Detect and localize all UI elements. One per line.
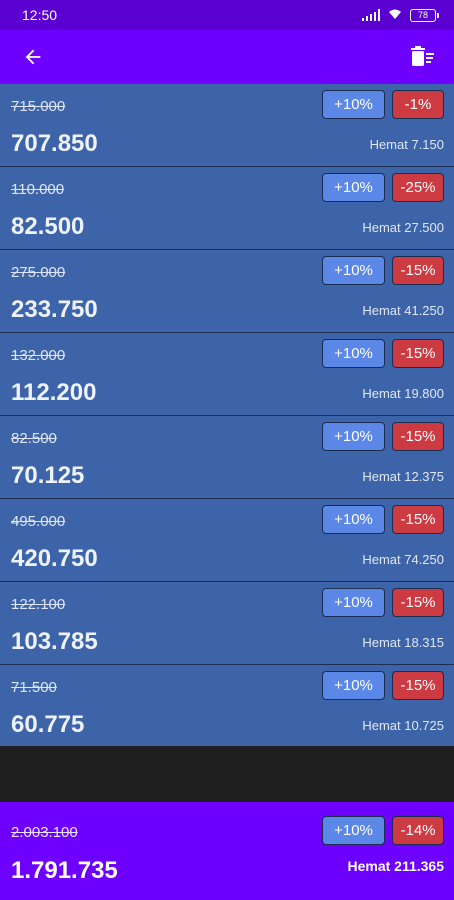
final-price: 60.775 [11,711,85,738]
discount-button[interactable]: -15% [392,671,444,700]
original-price: 110.000 [11,181,65,198]
clear-list-icon [411,46,434,66]
final-price: 420.750 [11,545,98,572]
discount-button[interactable]: -15% [392,588,444,617]
plus-ten-percent-button[interactable]: +10% [322,256,385,285]
final-price: 707.850 [11,130,98,157]
original-price: 275.000 [11,264,66,281]
plus-ten-percent-button[interactable]: +10% [322,173,385,202]
final-price: 233.750 [11,296,98,323]
price-list: 715.000 707.850 Hemat 7.150 +10% -1% 110… [0,84,454,746]
saving-amount: Hemat 41.250 [362,303,444,318]
original-price: 495.000 [11,513,66,530]
discount-button[interactable]: -1% [392,90,444,119]
list-item: 122.100 103.785 Hemat 18.315 +10% -15% [0,582,454,665]
arrow-left-icon [25,49,41,65]
saving-amount: Hemat 74.250 [362,552,444,567]
status-time: 12:50 [22,7,58,23]
wifi-icon [388,8,402,22]
plus-ten-percent-button[interactable]: +10% [322,588,385,617]
list-item: 82.500 70.125 Hemat 12.375 +10% -15% [0,416,454,499]
status-icons: 78 [362,8,439,22]
discount-button[interactable]: -15% [392,505,444,534]
toolbar [0,30,454,84]
saving-amount: Hemat 10.725 [362,718,444,733]
list-item: 110.000 82.500 Hemat 27.500 +10% -25% [0,167,454,250]
saving-amount: Hemat 27.500 [362,220,444,235]
plus-ten-percent-button[interactable]: +10% [322,339,385,368]
plus-ten-percent-button[interactable]: +10% [322,90,385,119]
battery-icon: 78 [410,8,439,22]
saving-amount: Hemat 18.315 [362,635,444,650]
final-price: 103.785 [11,628,98,655]
saving-amount: Hemat 19.800 [362,386,444,401]
list-item: 71.500 60.775 Hemat 10.725 +10% -15% [0,665,454,746]
list-item: 715.000 707.850 Hemat 7.150 +10% -1% [0,84,454,167]
total-final-price: 1.791.735 [11,857,118,884]
discount-button[interactable]: -25% [392,173,444,202]
status-bar: 12:50 78 [0,0,454,30]
saving-amount: Hemat 7.150 [369,137,444,152]
saving-amount: Hemat 12.375 [362,469,444,484]
discount-button[interactable]: -15% [392,422,444,451]
empty-area [0,746,454,802]
total-plus-ten-percent-button[interactable]: +10% [322,816,385,845]
discount-button[interactable]: -15% [392,256,444,285]
final-price: 112.200 [11,379,97,406]
signal-icon [362,9,380,21]
original-price: 122.100 [11,596,66,613]
list-item: 132.000 112.200 Hemat 19.800 +10% -15% [0,333,454,416]
total-saving-amount: Hemat 211.365 [347,858,444,874]
plus-ten-percent-button[interactable]: +10% [322,422,385,451]
plus-ten-percent-button[interactable]: +10% [322,505,385,534]
battery-level: 78 [417,10,428,20]
plus-ten-percent-button[interactable]: +10% [322,671,385,700]
original-price: 715.000 [11,98,66,115]
final-price: 70.125 [11,462,85,489]
final-price: 82.500 [11,213,85,240]
original-price: 71.500 [11,679,57,696]
total-discount-button[interactable]: -14% [392,816,444,845]
back-button[interactable] [20,44,46,70]
total-original-price: 2.003.100 [11,824,78,841]
list-item: 495.000 420.750 Hemat 74.250 +10% -15% [0,499,454,582]
original-price: 82.500 [11,430,57,447]
original-price: 132.000 [11,347,66,364]
total-footer: 2.003.100 1.791.735 Hemat 211.365 +10% -… [0,802,454,900]
discount-button[interactable]: -15% [392,339,444,368]
clear-list-button[interactable] [410,44,436,70]
list-item: 275.000 233.750 Hemat 41.250 +10% -15% [0,250,454,333]
